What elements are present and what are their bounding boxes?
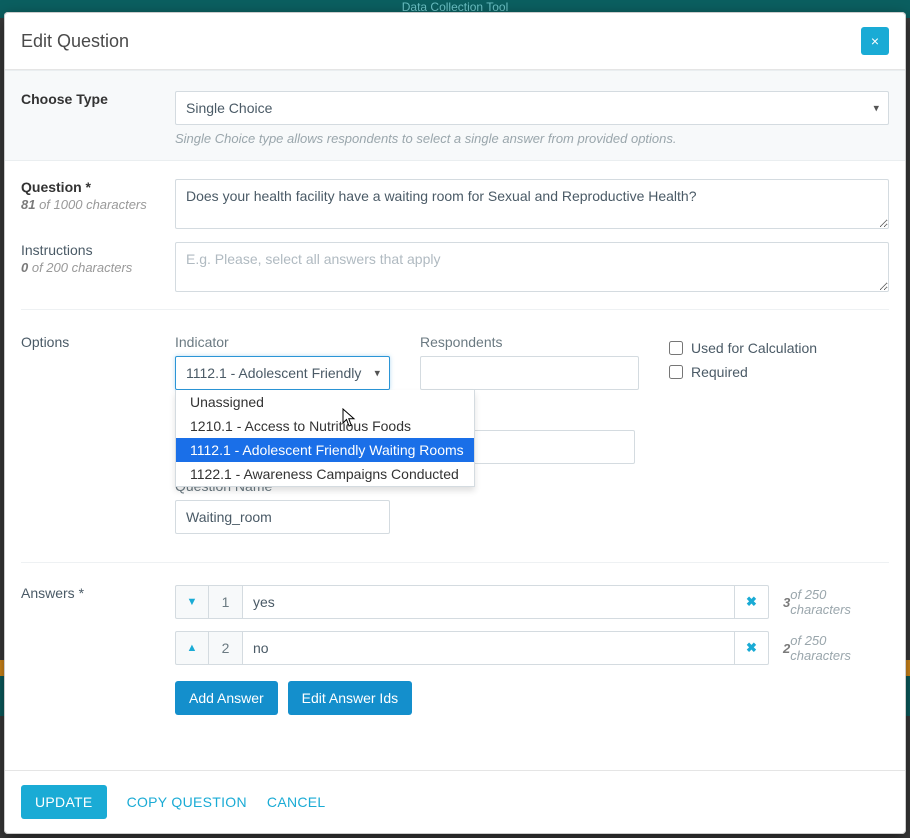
answer-charcount: 3 of 250 characters (769, 585, 889, 619)
required-input[interactable] (669, 365, 683, 379)
used-for-calculation-input[interactable] (669, 341, 683, 355)
instructions-charcount: 0 of 200 characters (21, 260, 163, 275)
delete-answer-button[interactable]: ✖ (735, 585, 769, 619)
answers-section: Answers * ▼1 ✖3 of 250 characters ▲2 ✖2 of … (5, 563, 905, 733)
indicator-dropdown[interactable]: Unassigned1210.1 - Access to Nutritious … (175, 390, 475, 487)
close-button[interactable]: × (861, 27, 889, 55)
indicator-select[interactable]: 1112.1 - Adolescent Friendly Waiting Roo… (175, 356, 390, 390)
answer-input[interactable] (243, 631, 735, 665)
respondents-input[interactable] (420, 356, 639, 390)
edit-answer-ids-button[interactable]: Edit Answer Ids (288, 681, 413, 715)
type-select[interactable]: Single Choice (175, 91, 889, 125)
options-section: Options Indicator 1112.1 - Adolescent Fr… (5, 310, 905, 540)
instructions-section: Instructions 0 of 200 characters (5, 238, 905, 301)
required-label: Required (691, 364, 748, 380)
question-textarea[interactable]: Does your health facility have a waiting… (175, 179, 889, 229)
edit-question-modal: Edit Question × Choose Type Single Choic… (4, 12, 906, 834)
modal-footer: UPDATE COPY QUESTION CANCEL (5, 770, 905, 833)
add-answer-button[interactable]: Add Answer (175, 681, 278, 715)
choose-type-section: Choose Type Single Choice ▾ Single Choic… (5, 70, 905, 161)
copy-question-button[interactable]: COPY QUESTION (127, 794, 247, 810)
reorder-button[interactable]: ▼ (175, 585, 209, 619)
indicator-label: Indicator (175, 334, 390, 350)
delete-answer-button[interactable]: ✖ (735, 631, 769, 665)
answer-row: ▲2 ✖2 of 250 characters (175, 631, 889, 665)
modal-title: Edit Question (21, 31, 129, 52)
type-hint: Single Choice type allows respondents to… (175, 131, 889, 146)
question-section: Question * 81 of 1000 characters Does yo… (5, 161, 905, 238)
cancel-button[interactable]: CANCEL (267, 794, 326, 810)
indicator-option[interactable]: 1210.1 - Access to Nutritious Foods (176, 414, 474, 438)
answer-index: 1 (209, 585, 243, 619)
instructions-label: Instructions (21, 242, 163, 258)
answer-charcount: 2 of 250 characters (769, 631, 889, 665)
answers-label: Answers * (21, 585, 163, 601)
respondents-label: Respondents (420, 334, 639, 350)
indicator-option[interactable]: 1112.1 - Adolescent Friendly Waiting Roo… (176, 438, 474, 462)
close-icon: × (871, 33, 879, 49)
used-for-calculation-checkbox[interactable]: Used for Calculation (669, 340, 889, 356)
indicator-option[interactable]: Unassigned (176, 390, 474, 414)
instructions-textarea[interactable] (175, 242, 889, 292)
question-label: Question * (21, 179, 163, 195)
modal-header: Edit Question × (5, 13, 905, 70)
indicator-option[interactable]: 1122.1 - Awareness Campaigns Conducted (176, 462, 474, 486)
choose-type-label: Choose Type (21, 91, 163, 107)
answer-row: ▼1 ✖3 of 250 characters (175, 585, 889, 619)
update-button[interactable]: UPDATE (21, 785, 107, 819)
options-label: Options (21, 334, 163, 350)
question-charcount: 81 of 1000 characters (21, 197, 163, 212)
reorder-button[interactable]: ▲ (175, 631, 209, 665)
used-for-calculation-label: Used for Calculation (691, 340, 817, 356)
answer-input[interactable] (243, 585, 735, 619)
question-name-input[interactable] (175, 500, 390, 534)
answer-index: 2 (209, 631, 243, 665)
required-checkbox[interactable]: Required (669, 364, 889, 380)
